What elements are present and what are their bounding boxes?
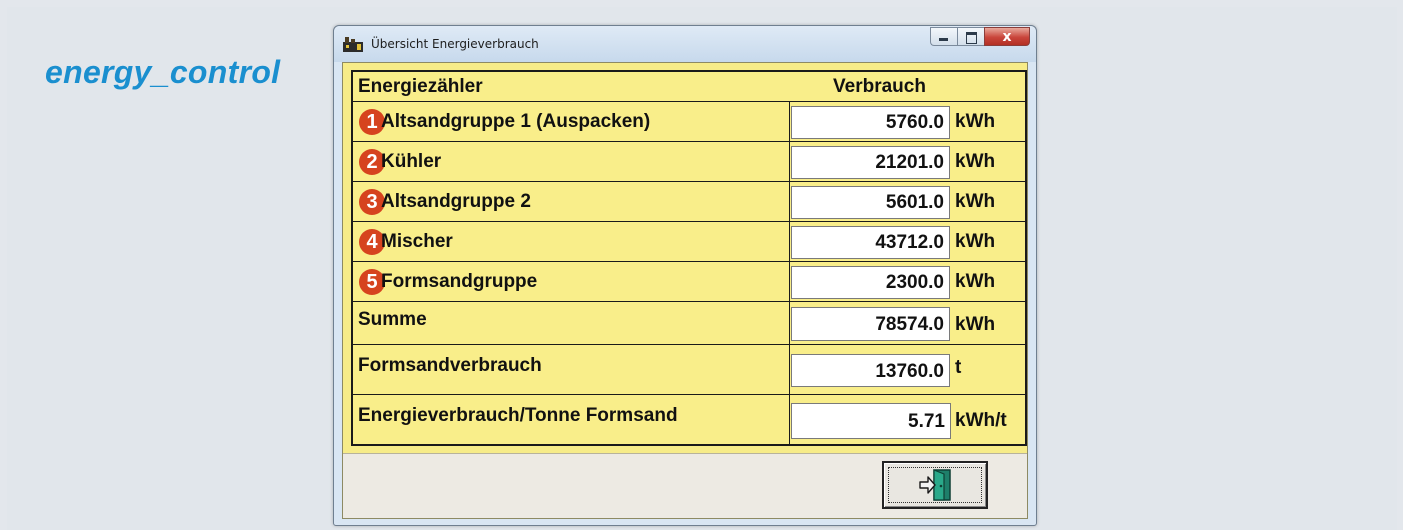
button-bar [343, 453, 1027, 518]
table-row: 1 Altsandgruppe 1 (Auspacken) 5760.0 kWh [353, 102, 1025, 142]
table-row: 3 Altsandgruppe 2 5601.0 kWh [353, 182, 1025, 222]
value-field: 5760.0 [791, 106, 950, 139]
unit-label: kWh [955, 314, 996, 335]
row-label-cell: 4 Mischer [353, 222, 790, 261]
table-row: Energieverbrauch/Tonne Formsand 5.71 kWh… [353, 395, 1025, 444]
value-field: 5601.0 [791, 186, 950, 219]
value-field: 21201.0 [791, 146, 950, 179]
maximize-icon[interactable] [957, 27, 984, 46]
row-label: Energieverbrauch/Tonne Formsand [358, 405, 678, 426]
row-label: Kühler [381, 151, 442, 172]
close-icon: x [1002, 29, 1012, 45]
header-consumption: Verbrauch [833, 76, 926, 97]
value-field: 2300.0 [791, 266, 950, 299]
row-label-cell: Energieverbrauch/Tonne Formsand [353, 395, 790, 444]
energy-table: Energiezähler Verbrauch 1 Altsandgruppe … [351, 70, 1027, 446]
row-label-cell: 2 Kühler [353, 142, 790, 181]
unit-label: kWh [955, 111, 996, 132]
value-field: 78574.0 [791, 307, 950, 341]
row-label-cell: 1 Altsandgruppe 1 (Auspacken) [353, 102, 790, 141]
table-row: 5 Formsandgruppe 2300.0 kWh [353, 262, 1025, 302]
unit-label: kWh [955, 271, 996, 292]
content-panel: Energiezähler Verbrauch 1 Altsandgruppe … [342, 62, 1028, 519]
row-label: Altsandgruppe 2 [381, 191, 531, 212]
row-label-cell: 5 Formsandgruppe [353, 262, 790, 301]
table-row: 4 Mischer 43712.0 kWh [353, 222, 1025, 262]
brand-title: energy_control [45, 54, 281, 90]
row-label-cell: 3 Altsandgruppe 2 [353, 182, 790, 221]
value-field: 5.71 [791, 403, 951, 439]
window-controls: x [930, 27, 1030, 46]
header-energy-meter: Energiezähler [358, 76, 483, 97]
exit-door-icon [919, 469, 951, 501]
table-row: 2 Kühler 21201.0 kWh [353, 142, 1025, 182]
row-label: Mischer [381, 231, 453, 252]
close-button[interactable]: x [984, 27, 1030, 46]
unit-label: kWh [955, 191, 996, 212]
unit-label: kWh [955, 231, 996, 252]
table-row: Summe 78574.0 kWh [353, 302, 1025, 345]
energy-overview-window: Übersicht Energieverbrauch x Energiezähl… [333, 25, 1037, 526]
value-field: 43712.0 [791, 226, 950, 259]
window-title: Übersicht Energieverbrauch [371, 37, 539, 51]
row-label: Summe [358, 309, 427, 330]
title-bar[interactable]: Übersicht Energieverbrauch x [334, 26, 1036, 62]
row-label-cell: Summe [353, 302, 790, 344]
table-row: Formsandverbrauch 13760.0 t [353, 345, 1025, 395]
unit-label: kWh/t [955, 410, 1007, 431]
row-label-cell: Formsandverbrauch [353, 345, 790, 394]
row-label: Formsandgruppe [381, 271, 538, 292]
row-label: Formsandverbrauch [358, 355, 542, 376]
unit-label: kWh [955, 151, 996, 172]
exit-button[interactable] [882, 461, 988, 509]
factory-icon [343, 37, 363, 52]
minimize-icon[interactable] [930, 27, 957, 46]
value-field: 13760.0 [791, 354, 950, 387]
table-header: Energiezähler Verbrauch [353, 72, 1025, 102]
row-label: Altsandgruppe 1 (Auspacken) [381, 111, 651, 132]
unit-label: t [955, 357, 962, 378]
